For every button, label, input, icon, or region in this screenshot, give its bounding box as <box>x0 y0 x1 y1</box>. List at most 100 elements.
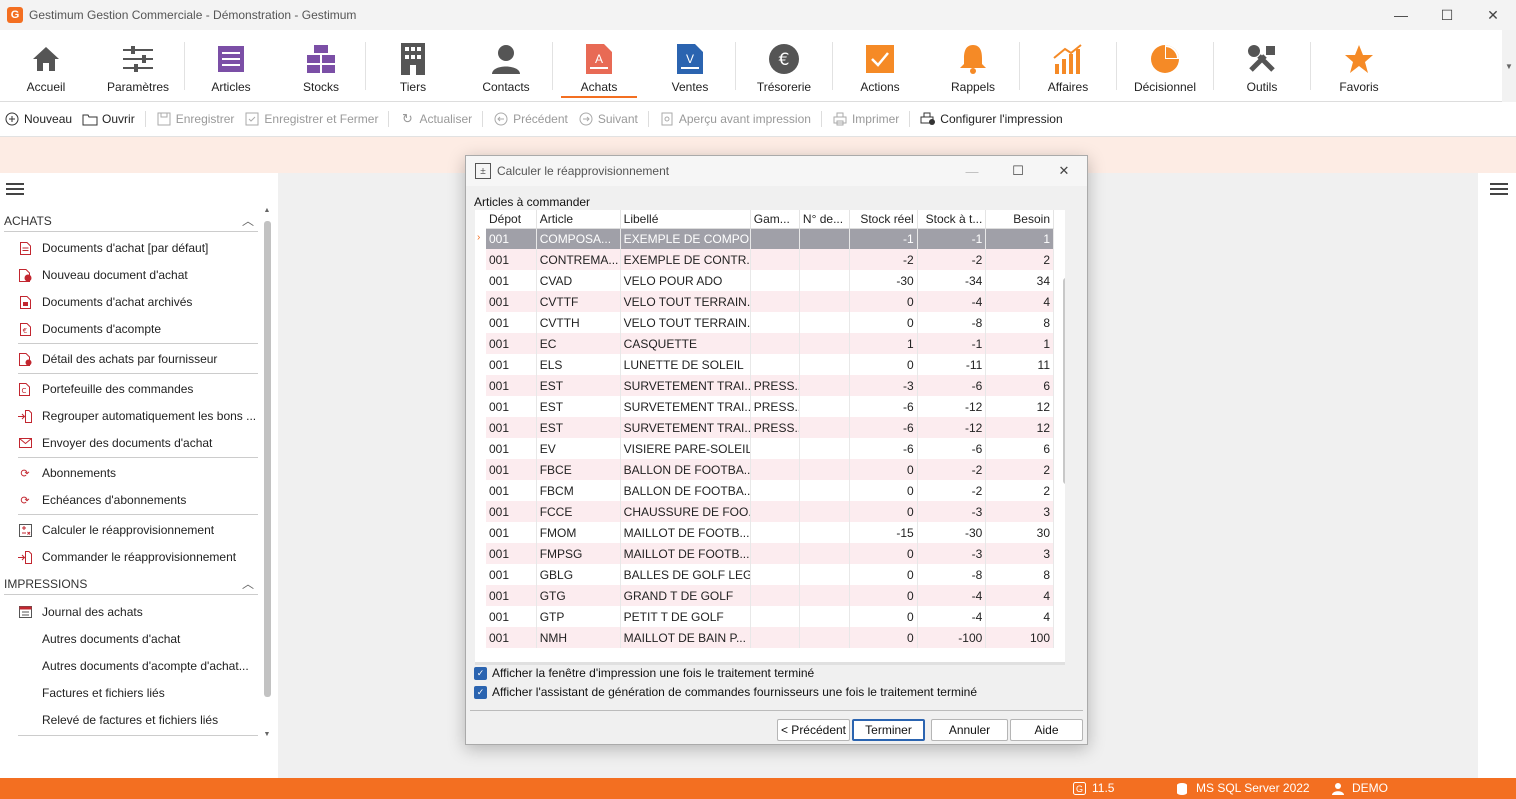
col-header-stock-reel[interactable]: Stock réel <box>849 210 918 229</box>
table-cell[interactable]: FMOM <box>536 522 621 543</box>
table-cell[interactable]: CVTTF <box>536 291 621 312</box>
table-row[interactable]: 001 CVTTF VELO TOUT TERRAIN... 0 -4 4 <box>486 291 1054 312</box>
table-row[interactable]: 001 EST SURVETEMENT TRAI... PRESS... -6 -12 12 <box>486 417 1054 438</box>
table-cell[interactable]: 11 <box>985 354 1054 375</box>
table-cell[interactable]: 12 <box>985 396 1054 417</box>
table-cell[interactable]: PRESS... <box>750 396 800 417</box>
table-cell[interactable]: 0 <box>849 585 918 606</box>
order-wizard-checkbox[interactable]: ✓ Afficher l'assistant de génération de … <box>474 685 977 699</box>
table-cell[interactable]: -15 <box>849 522 918 543</box>
table-row[interactable]: 001 COMPOSA... EXEMPLE DE COMPO... -1 -1 1 <box>486 228 1054 249</box>
table-cell[interactable]: 1 <box>985 228 1054 249</box>
dialog-close-button[interactable]: ✕ <box>1041 156 1087 186</box>
table-row[interactable]: 001 FMOM MAILLOT DE FOOTB... -15 -30 30 <box>486 522 1054 543</box>
table-cell[interactable]: NMH <box>536 627 621 648</box>
chevron-up-icon[interactable]: ︿ <box>242 575 254 592</box>
nav-autres-documents[interactable]: Autres documents d'achat <box>18 628 258 650</box>
table-cell[interactable]: 001 <box>486 627 537 648</box>
nav-echeances[interactable]: ⟳ Echéances d'abonnements <box>18 489 258 511</box>
nav-calculer-reappro[interactable]: Calculer le réapprovisionnement <box>18 519 258 541</box>
section-impressions-header[interactable]: IMPRESSIONS ︿ <box>4 573 258 595</box>
table-cell[interactable] <box>750 606 800 627</box>
table-cell[interactable] <box>799 291 851 312</box>
table-cell[interactable] <box>750 270 800 291</box>
table-cell[interactable]: 0 <box>849 606 918 627</box>
table-cell[interactable]: VELO TOUT TERRAIN... <box>620 312 751 333</box>
table-cell[interactable]: 34 <box>985 270 1054 291</box>
finish-button[interactable]: Terminer <box>852 719 925 741</box>
checkbox-checked-icon[interactable]: ✓ <box>474 666 487 680</box>
nav-journal-achats[interactable]: Journal des achats <box>18 601 258 623</box>
table-cell[interactable]: 30 <box>985 522 1054 543</box>
table-cell[interactable]: GTP <box>536 606 621 627</box>
ribbon-decisionnel[interactable]: Décisionnel <box>1117 30 1213 102</box>
print-config-button[interactable]: Configurer l'impression <box>920 111 1063 127</box>
table-cell[interactable]: 001 <box>486 249 537 270</box>
table-cell[interactable] <box>750 291 800 312</box>
nav-detail-achats[interactable]: Détail des achats par fournisseur <box>18 348 258 370</box>
table-row[interactable]: 001 CVAD VELO POUR ADO -30 -34 34 <box>486 270 1054 291</box>
ribbon-tiers[interactable]: Tiers <box>366 30 460 102</box>
table-cell[interactable]: -8 <box>917 312 987 333</box>
save-button[interactable]: Enregistrer <box>156 111 234 127</box>
table-cell[interactable] <box>750 522 800 543</box>
table-cell[interactable]: -6 <box>849 438 918 459</box>
table-cell[interactable]: 0 <box>849 354 918 375</box>
col-header-stock-terme[interactable]: Stock à t... <box>917 210 987 229</box>
next-button[interactable]: Suivant <box>578 111 638 127</box>
table-cell[interactable]: 4 <box>985 585 1054 606</box>
table-cell[interactable]: MAILLOT DE BAIN P... <box>620 627 751 648</box>
previous-button[interactable]: Précédent <box>493 111 568 127</box>
table-cell[interactable]: COMPOSA... <box>536 228 621 249</box>
table-cell[interactable]: MAILLOT DE FOOTB... <box>620 543 751 564</box>
close-button[interactable]: ✕ <box>1470 0 1516 30</box>
table-cell[interactable]: 2 <box>985 480 1054 501</box>
table-row[interactable]: 001 GTG GRAND T DE GOLF 0 -4 4 <box>486 585 1054 606</box>
table-cell[interactable]: 001 <box>486 522 537 543</box>
new-button[interactable]: Nouveau <box>4 111 72 127</box>
table-cell[interactable] <box>799 438 851 459</box>
table-cell[interactable]: 0 <box>849 312 918 333</box>
table-cell[interactable] <box>750 501 800 522</box>
ribbon-accueil[interactable]: Accueil <box>0 30 92 102</box>
ribbon-favoris[interactable]: Favoris <box>1311 30 1407 102</box>
table-cell[interactable]: GBLG <box>536 564 621 585</box>
grid-horizontal-scrollbar[interactable] <box>475 662 1065 665</box>
table-cell[interactable]: CONTREMA... <box>536 249 621 270</box>
table-cell[interactable]: 100 <box>985 627 1054 648</box>
table-cell[interactable] <box>799 606 851 627</box>
table-cell[interactable]: -2 <box>917 480 987 501</box>
ribbon-stocks[interactable]: Stocks <box>277 30 365 102</box>
table-cell[interactable]: -4 <box>917 585 987 606</box>
table-cell[interactable] <box>799 228 851 249</box>
table-cell[interactable]: FBCE <box>536 459 621 480</box>
table-cell[interactable]: BALLON DE FOOTBA... <box>620 480 751 501</box>
table-row[interactable]: 001 ELS LUNETTE DE SOLEIL 0 -11 11 <box>486 354 1054 375</box>
nav-portefeuille[interactable]: C Portefeuille des commandes <box>18 378 258 400</box>
table-cell[interactable]: 001 <box>486 396 537 417</box>
table-cell[interactable]: -6 <box>849 396 918 417</box>
nav-envoyer[interactable]: Envoyer des documents d'achat <box>18 432 258 454</box>
table-cell[interactable]: FBCM <box>536 480 621 501</box>
table-cell[interactable]: LUNETTE DE SOLEIL <box>620 354 751 375</box>
table-cell[interactable] <box>750 480 800 501</box>
print-button[interactable]: Imprimer <box>832 111 899 127</box>
table-cell[interactable]: PETIT T DE GOLF <box>620 606 751 627</box>
table-cell[interactable] <box>799 396 851 417</box>
table-cell[interactable] <box>750 354 800 375</box>
table-cell[interactable] <box>750 333 800 354</box>
table-cell[interactable] <box>799 333 851 354</box>
table-cell[interactable] <box>799 417 851 438</box>
table-cell[interactable]: 4 <box>985 606 1054 627</box>
table-cell[interactable] <box>799 627 851 648</box>
refresh-button[interactable]: ↻ Actualiser <box>399 111 472 127</box>
table-cell[interactable]: FMPSG <box>536 543 621 564</box>
nav-abonnements[interactable]: ⟳ Abonnements <box>18 462 258 484</box>
table-cell[interactable]: 0 <box>849 627 918 648</box>
table-cell[interactable]: 001 <box>486 606 537 627</box>
nav-autres-acomptes[interactable]: Autres documents d'acompte d'achat... <box>18 655 258 677</box>
table-cell[interactable]: EXEMPLE DE CONTR... <box>620 249 751 270</box>
table-cell[interactable]: 001 <box>486 312 537 333</box>
table-cell[interactable]: 4 <box>985 291 1054 312</box>
table-cell[interactable]: FCCE <box>536 501 621 522</box>
